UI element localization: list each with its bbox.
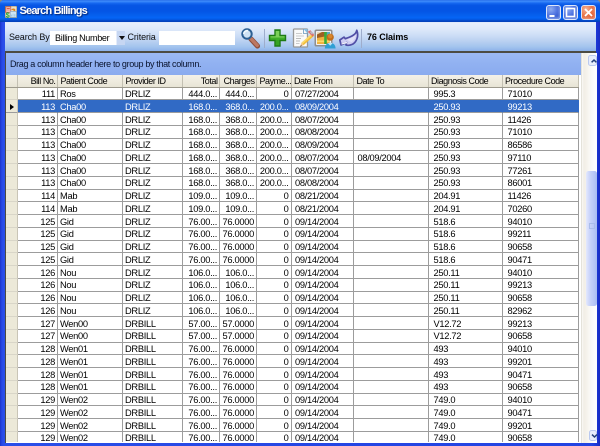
svg-text:$: $ <box>6 12 10 18</box>
